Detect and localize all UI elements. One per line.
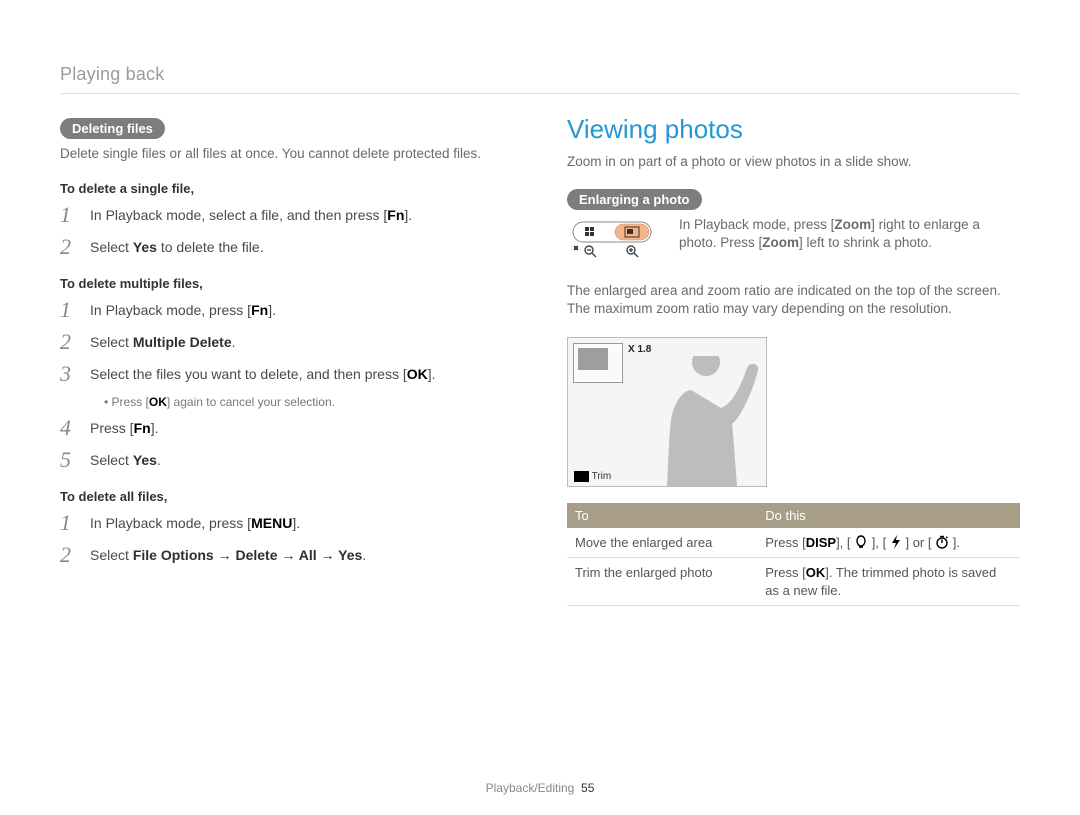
intro-text: Zoom in on part of a photo or view photo… [567, 153, 1020, 171]
right-column: Viewing photos Zoom in on part of a phot… [567, 118, 1020, 606]
step: 3 Select the files you want to delete, a… [60, 363, 513, 385]
ok-key: OK [149, 395, 167, 409]
step-number: 5 [60, 449, 78, 471]
ok-key: OK [407, 365, 428, 385]
step-number: 4 [60, 417, 78, 439]
step-text: Select File Options → Delete → All → Yes… [90, 544, 366, 566]
step: 1 In Playback mode, select a file, and t… [60, 204, 513, 226]
left-column: Deleting files Delete single files or al… [60, 118, 513, 606]
steps-delete-multiple: 1 In Playback mode, press [Fn]. 2 Select… [60, 299, 513, 385]
table-row: Trim the enlarged photo Press [OK]. The … [567, 558, 1020, 606]
step-number: 3 [60, 363, 78, 385]
step-text: Select Yes. [90, 449, 161, 471]
th-dothis: Do this [757, 503, 1020, 528]
trim-hint: OK Trim [574, 471, 611, 482]
page-footer: Playback/Editing 55 [0, 781, 1080, 795]
step-text: Select Yes to delete the file. [90, 236, 264, 258]
cell-to: Trim the enlarged photo [567, 558, 757, 606]
step-text: Select Multiple Delete. [90, 331, 236, 353]
step: 5 Select Yes. [60, 449, 513, 471]
intro-text: Delete single files or all files at once… [60, 145, 513, 163]
page-number: 55 [581, 781, 594, 795]
footer-section: Playback/Editing [486, 781, 575, 795]
step-number: 2 [60, 236, 78, 258]
zoom-note: The enlarged area and zoom ratio are ind… [567, 282, 1020, 318]
step: 2 Select File Options → Delete → All → Y… [60, 544, 513, 566]
fn-key: Fn [134, 419, 151, 439]
step: 2 Select Multiple Delete. [60, 331, 513, 353]
step: 4 Press [Fn]. [60, 417, 513, 439]
sub-bullet: Press [OK] again to cancel your selectio… [104, 395, 513, 409]
step-text: In Playback mode, press [MENU]. [90, 512, 300, 534]
step: 1 In Playback mode, press [MENU]. [60, 512, 513, 534]
step-number: 1 [60, 512, 78, 534]
pill-deleting-files: Deleting files [60, 118, 165, 139]
child-silhouette [626, 356, 766, 486]
step-text: Press [Fn]. [90, 417, 158, 439]
divider [60, 93, 1020, 94]
step: 1 In Playback mode, press [Fn]. [60, 299, 513, 321]
timer-icon [935, 535, 949, 549]
step-number: 1 [60, 204, 78, 226]
steps-delete-all: 1 In Playback mode, press [MENU]. 2 Sele… [60, 512, 513, 566]
table-row: Move the enlarged area Press [DISP], [ ]… [567, 528, 1020, 558]
step-text: In Playback mode, press [Fn]. [90, 299, 276, 321]
macro-icon [854, 535, 868, 549]
fn-key: Fn [387, 206, 404, 226]
step-number: 1 [60, 299, 78, 321]
ok-key: OK [806, 564, 826, 582]
step-text: Select the files you want to delete, and… [90, 363, 436, 385]
subhead-all: To delete all files, [60, 489, 513, 504]
th-to: To [567, 503, 757, 528]
section-heading-viewing-photos: Viewing photos [567, 114, 1020, 145]
pill-enlarging-photo: Enlarging a photo [567, 189, 702, 210]
ok-key: OK [574, 471, 589, 482]
zoom-row: In Playback mode, press [Zoom] right to … [567, 216, 1020, 266]
step: 2 Select Yes to delete the file. [60, 236, 513, 258]
photo-preview: X 1.8 OK Trim [567, 337, 767, 487]
cell-do: Press [OK]. The trimmed photo is saved a… [757, 558, 1020, 606]
cell-do: Press [DISP], [ ], [ ] or [ ]. [757, 528, 1020, 558]
flash-icon [890, 535, 902, 549]
navigator-viewport [578, 348, 608, 370]
breadcrumb: Playing back [60, 64, 1020, 85]
step-number: 2 [60, 331, 78, 353]
step-text: In Playback mode, select a file, and the… [90, 204, 412, 226]
cell-to: Move the enlarged area [567, 528, 757, 558]
action-table: To Do this Move the enlarged area Press … [567, 503, 1020, 607]
table-header-row: To Do this [567, 503, 1020, 528]
zoom-control-icon [567, 216, 657, 266]
subhead-multiple: To delete multiple files, [60, 276, 513, 291]
zoom-text: In Playback mode, press [Zoom] right to … [679, 216, 1020, 252]
disp-key: DISP [806, 534, 836, 552]
step-number: 2 [60, 544, 78, 566]
steps-delete-single: 1 In Playback mode, select a file, and t… [60, 204, 513, 258]
menu-key: MENU [251, 514, 292, 534]
content-columns: Deleting files Delete single files or al… [60, 118, 1020, 606]
fn-key: Fn [251, 301, 268, 321]
manual-page: Playing back Deleting files Delete singl… [0, 0, 1080, 815]
subhead-single: To delete a single file, [60, 181, 513, 196]
zoom-ratio-label: X 1.8 [628, 344, 651, 355]
steps-delete-multiple-cont: 4 Press [Fn]. 5 Select Yes. [60, 417, 513, 471]
